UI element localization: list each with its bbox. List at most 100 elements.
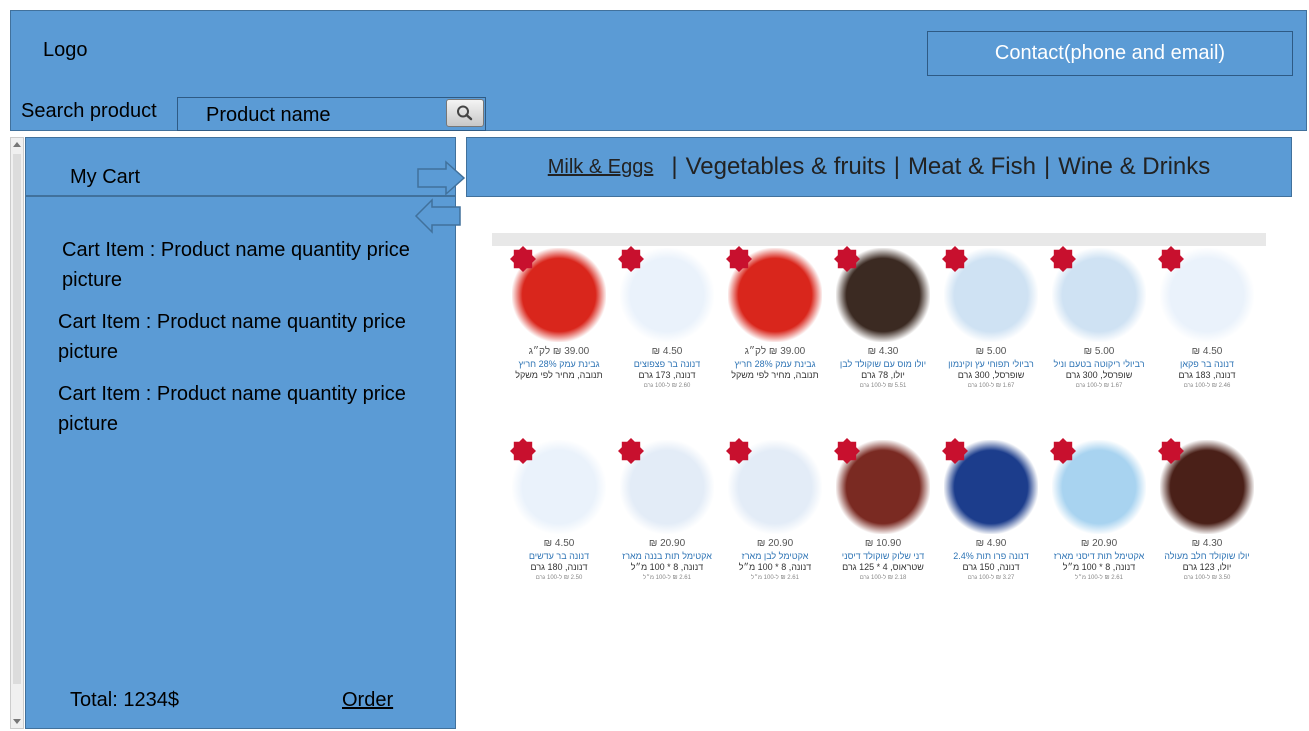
search-label: Search product	[21, 100, 157, 122]
product-name[interactable]: יולו מוס עם שוקולד לבן	[834, 359, 932, 369]
product-card[interactable]: 4.90 ₪ דנונה פרו תות 2.4% דנונה, 150 גרם 3.…	[942, 438, 1040, 618]
product-unit: 3.27 ₪ ל-100 גרם	[967, 575, 1015, 581]
sale-badge-icon	[1158, 438, 1184, 464]
header: Logo Contact(phone and email) Search pro…	[10, 10, 1307, 131]
product-name[interactable]: אקטימל לבן מארז	[726, 551, 824, 561]
product-card[interactable]: 20.90 ₪ אקטימל תות דיסני מארז דנונה, 8 * 1…	[1050, 438, 1148, 618]
product-name[interactable]: גבינת עמק 28% חריץ	[726, 359, 824, 369]
product-unit: 2.46 ₪ ל-100 גרם	[1183, 383, 1231, 389]
product-sub: שופרסל, 300 גרם	[957, 370, 1025, 380]
sale-badge-icon	[618, 246, 644, 272]
product-price: 4.30 ₪	[1191, 538, 1223, 549]
sale-badge-icon	[1050, 246, 1076, 272]
product-price: 4.90 ₪	[975, 538, 1007, 549]
cart-scrollbar[interactable]	[10, 137, 24, 729]
product-price: 39.00 ₪ לק״ג	[528, 346, 590, 357]
expand-arrow-icon[interactable]	[416, 160, 466, 196]
product-card[interactable]: 39.00 ₪ לק״ג גבינת עמק 28% חריץ תנובה, מחי…	[510, 246, 608, 426]
product-card[interactable]: 4.50 ₪ דנונה בר פצפוצים דנונה, 173 גרם 2.60…	[618, 246, 716, 426]
scroll-thumb[interactable]	[13, 154, 21, 684]
product-card[interactable]: 5.00 ₪ רביולי ריקוטה בטעם וניל שופרסל, 300…	[1050, 246, 1148, 426]
product-price: 20.90 ₪	[648, 538, 686, 549]
product-card[interactable]: 5.00 ₪ רביולי תפוחי עץ וקינמון שופרסל, 300…	[942, 246, 1040, 426]
category-wine-drinks[interactable]: Wine & Drinks	[1058, 153, 1210, 181]
product-name[interactable]: גבינת עמק 28% חריץ	[510, 359, 608, 369]
sale-badge-icon	[510, 438, 536, 464]
product-unit: 3.50 ₪ ל-100 גרם	[1183, 575, 1231, 581]
product-name[interactable]: רביולי תפוחי עץ וקינמון	[942, 359, 1040, 369]
product-sub: דנונה, 8 * 100 מ״ל	[630, 562, 704, 572]
sale-badge-icon	[510, 246, 536, 272]
search-input[interactable]	[206, 102, 446, 128]
cart-panel: Cart Item : Product name quantity price …	[25, 196, 456, 729]
product-price: 10.90 ₪	[864, 538, 902, 549]
grid-top-bar	[492, 233, 1266, 246]
category-separator: |	[1043, 153, 1051, 180]
product-name[interactable]: אקטימל תות דיסני מארז	[1050, 551, 1148, 561]
category-milk-eggs[interactable]: Milk & Eggs	[548, 156, 664, 179]
product-unit: 2.60 ₪ ל-100 גרם	[643, 383, 691, 389]
order-link[interactable]: Order	[342, 689, 393, 712]
product-card[interactable]: 10.90 ₪ דני שלוק שוקולד דיסני שטראוס, 4 * …	[834, 438, 932, 618]
category-meat-fish[interactable]: Meat & Fish	[908, 153, 1036, 181]
cart-item[interactable]: Cart Item : Product name quantity price …	[58, 379, 458, 439]
logo[interactable]: Logo	[43, 39, 88, 62]
product-unit: 2.18 ₪ ל-100 גרם	[859, 575, 907, 581]
product-name[interactable]: רביולי ריקוטה בטעם וניל	[1050, 359, 1148, 369]
search-button[interactable]	[446, 99, 484, 127]
product-card[interactable]: 20.90 ₪ אקטימל לבן מארז דנונה, 8 * 100 מ״ל…	[726, 438, 824, 618]
cart-title: My Cart	[70, 166, 140, 188]
product-unit: 5.51 ₪ ל-100 גרם	[859, 383, 907, 389]
product-name[interactable]: דני שלוק שוקולד דיסני	[834, 551, 932, 561]
sale-badge-icon	[726, 438, 752, 464]
category-separator: |	[893, 153, 900, 180]
sale-badge-icon	[942, 438, 968, 464]
scroll-down-icon[interactable]	[13, 719, 21, 724]
collapse-arrow-icon[interactable]	[414, 198, 462, 234]
product-card[interactable]: 20.90 ₪ אקטימל תות בננה מארז דנונה, 8 * 10…	[618, 438, 716, 618]
product-card[interactable]: 4.30 ₪ יולו שוקולד חלב מעולה יולו, 123 גרם…	[1158, 438, 1256, 618]
product-sub: דנונה, 150 גרם	[962, 562, 1020, 572]
category-nav: Milk & Eggs | Vegetables & fruits | Meat…	[466, 137, 1292, 197]
product-unit: 2.50 ₪ ל-100 גרם	[535, 575, 583, 581]
cart-item-text: Cart Item : Product name quantity price	[58, 383, 406, 405]
sale-badge-icon	[726, 246, 752, 272]
product-price: 4.50 ₪	[651, 346, 683, 357]
product-sub: יולו, 123 גרם	[1182, 562, 1232, 572]
category-vegetables-fruits[interactable]: Vegetables & fruits	[686, 153, 886, 181]
sale-badge-icon	[834, 438, 860, 464]
product-name[interactable]: דנונה בר פקאן	[1158, 359, 1256, 369]
product-price: 4.50 ₪	[543, 538, 575, 549]
cart-item[interactable]: Cart Item : Product name quantity price …	[58, 307, 458, 367]
scroll-up-icon[interactable]	[13, 142, 21, 147]
product-name[interactable]: אקטימל תות בננה מארז	[618, 551, 716, 561]
product-name[interactable]: דנונה בר פצפוצים	[618, 359, 716, 369]
product-price: 20.90 ₪	[1080, 538, 1118, 549]
sale-badge-icon	[1158, 246, 1184, 272]
product-name[interactable]: דנונה פרו תות 2.4%	[942, 551, 1040, 561]
cart-item-text: Cart Item : Product name quantity price	[62, 239, 410, 261]
product-card[interactable]: 4.50 ₪ דנונה בר עדשים דנונה, 180 גרם 2.50 ₪…	[510, 438, 608, 618]
product-card[interactable]: 39.00 ₪ לק״ג גבינת עמק 28% חריץ תנובה, מחי…	[726, 246, 824, 426]
contact-box[interactable]: Contact(phone and email)	[927, 31, 1293, 76]
cart-item[interactable]: Cart Item : Product name quantity price …	[62, 235, 462, 295]
product-sub: יולו, 78 גרם	[861, 370, 905, 380]
product-price: 20.90 ₪	[756, 538, 794, 549]
product-sub: דנונה, 173 גרם	[638, 370, 696, 380]
product-sub: דנונה, 8 * 100 מ״ל	[738, 562, 812, 572]
product-price: 5.00 ₪	[975, 346, 1007, 357]
product-card[interactable]: 4.50 ₪ דנונה בר פקאן דנונה, 183 גרם 2.46 ₪ …	[1158, 246, 1256, 426]
product-unit: 2.61 ₪ ל-100 מ״ל	[751, 575, 799, 581]
product-sub: שטראוס, 4 * 125 גרם	[842, 562, 924, 572]
cart-total: Total: 1234$	[70, 689, 179, 711]
product-grid: 39.00 ₪ לק״ג גבינת עמק 28% חריץ תנובה, מחי…	[510, 246, 1264, 616]
product-sub: דנונה, 183 גרם	[1178, 370, 1236, 380]
product-sub: תנובה, מחיר לפי משקל	[731, 370, 819, 380]
product-unit: 2.61 ₪ ל-100 מ״ל	[643, 575, 691, 581]
product-card[interactable]: 4.30 ₪ יולו מוס עם שוקולד לבן יולו, 78 גרם…	[834, 246, 932, 426]
product-sub: דנונה, 180 גרם	[530, 562, 588, 572]
product-price: 4.50 ₪	[1191, 346, 1223, 357]
product-price: 4.30 ₪	[867, 346, 899, 357]
product-name[interactable]: יולו שוקולד חלב מעולה	[1158, 551, 1256, 561]
product-name[interactable]: דנונה בר עדשים	[510, 551, 608, 561]
